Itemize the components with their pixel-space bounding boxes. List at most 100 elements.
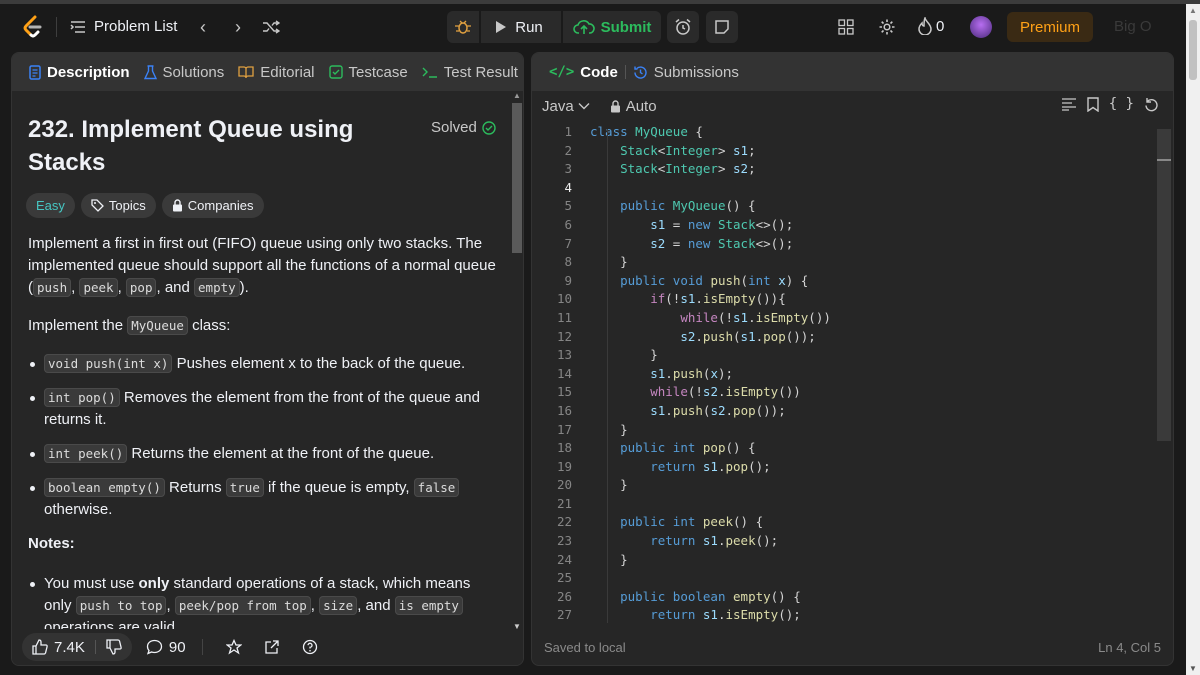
editor-scrollbar[interactable] bbox=[1157, 129, 1171, 441]
code-line[interactable]: 10 if(!s1.isEmpty()){ bbox=[532, 290, 1173, 309]
code-line[interactable]: 16 s1.push(s2.pop()); bbox=[532, 402, 1173, 421]
line-number: 11 bbox=[556, 309, 572, 325]
code-line[interactable]: 1 class MyQueue { bbox=[532, 123, 1173, 142]
code-line[interactable]: 7 s2 = new Stack<>(); bbox=[532, 235, 1173, 254]
code-line[interactable]: 25 bbox=[532, 569, 1173, 588]
auto-mode-toggle[interactable]: Auto bbox=[610, 98, 657, 115]
code-text: Stack<Integer> s2; bbox=[620, 161, 756, 177]
code-line[interactable]: 11 while(!s1.isEmpty()) bbox=[532, 309, 1173, 328]
code-line[interactable]: 5 public MyQueue() { bbox=[532, 197, 1173, 216]
like-button[interactable]: 7.4K bbox=[22, 633, 132, 661]
tab-testcase[interactable]: Testcase bbox=[324, 64, 413, 81]
comments-button[interactable]: 90 bbox=[146, 633, 186, 661]
page-scrollbar-thumb[interactable] bbox=[1189, 20, 1197, 80]
format-icon[interactable] bbox=[1061, 97, 1077, 112]
editor-cursor-marker bbox=[1157, 159, 1171, 161]
code-line[interactable]: 14 s1.push(x); bbox=[532, 365, 1173, 384]
inline-code: boolean empty() bbox=[44, 478, 165, 497]
tab-solutions-label: Solutions bbox=[162, 63, 225, 81]
page-scrollbar[interactable]: ▲ ▼ bbox=[1186, 4, 1200, 675]
alarm-clock-icon bbox=[674, 18, 692, 36]
description-scrollbar[interactable]: ▲ ▼ bbox=[511, 91, 523, 631]
scroll-up-icon[interactable]: ▲ bbox=[1189, 6, 1197, 15]
reset-icon[interactable] bbox=[1144, 97, 1159, 112]
share-button[interactable] bbox=[257, 633, 287, 661]
code-text: while(!s2.isEmpty()) bbox=[650, 384, 801, 400]
notes-button[interactable] bbox=[706, 11, 738, 43]
premium-button[interactable]: Premium bbox=[1007, 12, 1093, 42]
tab-editorial[interactable]: Editorial bbox=[233, 64, 319, 81]
code-line[interactable]: 3 Stack<Integer> s2; bbox=[532, 160, 1173, 179]
code-line[interactable]: 4 bbox=[532, 179, 1173, 198]
line-number: 20 bbox=[556, 477, 572, 493]
favorite-button[interactable] bbox=[219, 633, 249, 661]
leetcode-logo[interactable] bbox=[22, 15, 44, 39]
code-line[interactable]: 22 public int peek() { bbox=[532, 513, 1173, 532]
tab-description[interactable]: Description bbox=[24, 64, 135, 81]
description-scrollbar-thumb[interactable] bbox=[512, 103, 522, 253]
topics-button[interactable]: Topics bbox=[80, 193, 156, 218]
timer-button[interactable] bbox=[667, 11, 699, 43]
left-tab-bar: Description Solutions Editorial Testcase bbox=[12, 53, 523, 91]
code-line[interactable]: 12 s2.push(s1.pop()); bbox=[532, 328, 1173, 347]
right-tab-bar: </> Code Submissions bbox=[532, 53, 1173, 91]
code-line[interactable]: 18 public int pop() { bbox=[532, 439, 1173, 458]
code-line[interactable]: 8 } bbox=[532, 253, 1173, 272]
braces-icon[interactable]: { } bbox=[1109, 97, 1134, 112]
description-footer: 7.4K 90 bbox=[12, 629, 523, 665]
tab-test-result[interactable]: Test Result bbox=[417, 64, 523, 81]
code-line[interactable]: 9 public void push(int x) { bbox=[532, 272, 1173, 291]
tab-code[interactable]: </> Code bbox=[544, 64, 623, 81]
code-line[interactable]: 13 } bbox=[532, 346, 1173, 365]
scroll-down-icon[interactable]: ▼ bbox=[1189, 664, 1197, 673]
tab-submissions-label: Submissions bbox=[653, 63, 739, 81]
streak-count: 0 bbox=[936, 17, 945, 35]
submit-button[interactable]: Submit bbox=[563, 11, 661, 43]
code-line[interactable]: 20 } bbox=[532, 476, 1173, 495]
debug-button[interactable] bbox=[447, 11, 479, 43]
description-panel: Description Solutions Editorial Testcase bbox=[11, 52, 524, 666]
help-button[interactable] bbox=[295, 633, 325, 661]
code-line[interactable]: 15 while(!s2.isEmpty()) bbox=[532, 383, 1173, 402]
code-line[interactable]: 19 return s1.pop(); bbox=[532, 458, 1173, 477]
tab-description-label: Description bbox=[47, 63, 130, 81]
language-label: Java bbox=[542, 97, 574, 115]
code-text: public int peek() { bbox=[620, 514, 764, 530]
bookmark-icon[interactable] bbox=[1087, 97, 1099, 112]
bullet-text: , and bbox=[357, 597, 395, 614]
list-item: You must use only standard operations of… bbox=[28, 573, 498, 631]
settings-button[interactable] bbox=[876, 16, 898, 38]
intro-paragraph: Implement a first in first out (FIFO) qu… bbox=[28, 235, 496, 297]
code-line[interactable]: 27 return s1.isEmpty(); bbox=[532, 606, 1173, 625]
prev-problem-button[interactable]: ‹ bbox=[192, 16, 214, 38]
code-icon: </> bbox=[549, 64, 575, 80]
streak-counter[interactable]: 0 bbox=[918, 17, 944, 35]
line-number: 26 bbox=[556, 588, 572, 604]
intro-text: , and bbox=[156, 279, 195, 296]
code-line[interactable]: 26 public boolean empty() { bbox=[532, 588, 1173, 607]
code-line[interactable]: 21 bbox=[532, 495, 1173, 514]
thumbs-down-icon[interactable] bbox=[106, 639, 122, 655]
code-editor[interactable]: 1 class MyQueue {2 Stack<Integer> s1; 3 St… bbox=[532, 123, 1173, 631]
avatar[interactable] bbox=[970, 16, 992, 38]
random-problem-button[interactable] bbox=[260, 16, 282, 38]
code-line[interactable]: 2 Stack<Integer> s1; bbox=[532, 142, 1173, 161]
tab-solutions[interactable]: Solutions bbox=[139, 64, 230, 81]
next-problem-button[interactable]: › bbox=[227, 16, 249, 38]
code-text: s1.push(x); bbox=[650, 365, 734, 381]
code-text: s1.push(s2.pop()); bbox=[650, 402, 786, 418]
scroll-up-icon[interactable]: ▲ bbox=[513, 91, 521, 100]
difficulty-badge[interactable]: Easy bbox=[26, 193, 75, 218]
problem-list-button[interactable]: Problem List bbox=[70, 18, 177, 35]
comment-count: 90 bbox=[168, 638, 186, 656]
line-number: 6 bbox=[564, 216, 572, 232]
companies-button[interactable]: Companies bbox=[161, 193, 264, 218]
layout-button[interactable] bbox=[835, 16, 857, 38]
code-line[interactable]: 23 return s1.peek(); bbox=[532, 532, 1173, 551]
run-button[interactable]: Run bbox=[481, 11, 561, 43]
code-line[interactable]: 17 } bbox=[532, 421, 1173, 440]
language-select[interactable]: Java bbox=[542, 98, 590, 115]
code-line[interactable]: 24 } bbox=[532, 551, 1173, 570]
tab-submissions[interactable]: Submissions bbox=[628, 64, 744, 81]
code-line[interactable]: 6 s1 = new Stack<>(); bbox=[532, 216, 1173, 235]
